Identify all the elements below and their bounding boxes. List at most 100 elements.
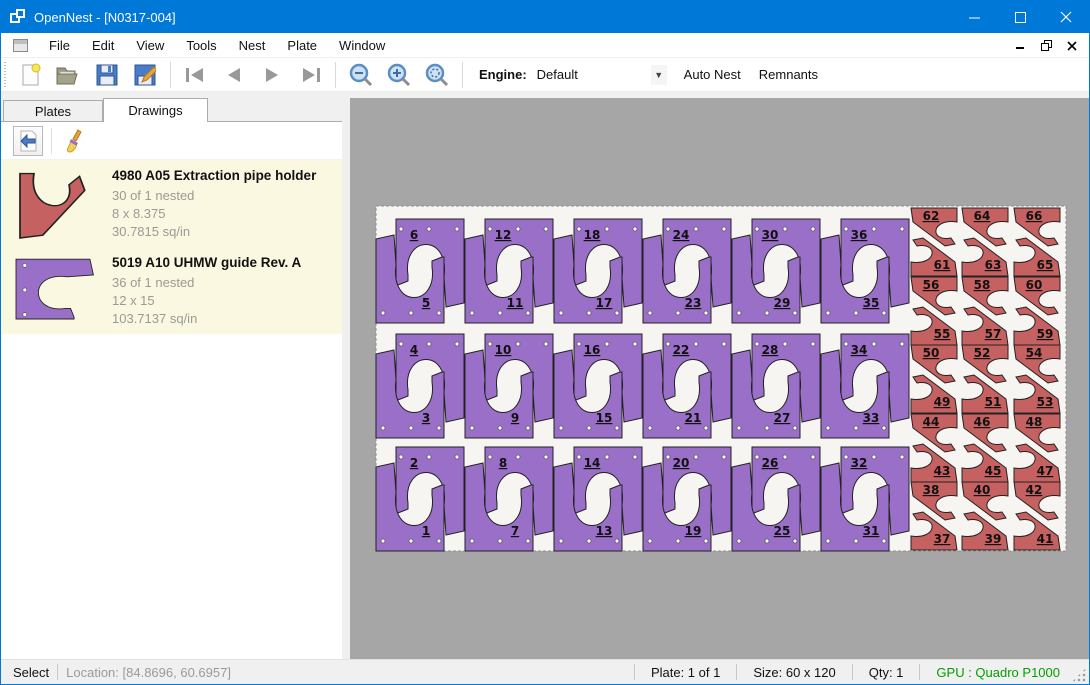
remnants-button[interactable]: Remnants [750,63,827,86]
list-item-drawing-1[interactable]: 4980 A05 Extraction pipe holder 30 of 1 … [1,160,342,247]
part-number-label: 64 [974,209,991,223]
part-number-label: 1 [422,524,430,538]
menu-window[interactable]: Window [328,34,396,57]
mdi-close-button[interactable] [1061,36,1083,56]
next-plate-button[interactable] [257,61,287,89]
engine-label: Engine: [479,67,527,82]
menu-nest[interactable]: Nest [228,34,277,57]
drawing-1-thumbnail [11,168,106,241]
part-number-label: 30 [762,228,779,242]
drawing-2-area: 103.7137 sq/in [112,310,336,328]
part-number-label: 18 [584,228,601,242]
drawings-toolbar [1,122,342,160]
part-number-label: 33 [863,411,880,425]
menu-view[interactable]: View [125,34,175,57]
main-toolbar: Engine: Default ▼ Auto Nest Remnants [1,58,1089,92]
part-number-label: 37 [934,532,951,546]
part-number-label: 66 [1026,209,1043,223]
mdi-minimize-button[interactable] [1009,36,1031,56]
drawing-1-area: 30.7815 sq/in [112,223,336,241]
part-number-label: 60 [1026,278,1043,292]
part-number-label: 36 [851,228,868,242]
mdi-restore-button[interactable] [1035,36,1057,56]
minimize-button[interactable] [951,1,997,33]
part-number-label: 21 [685,411,702,425]
part-number-label: 38 [923,483,940,497]
menu-file[interactable]: File [38,34,81,57]
menu-tools[interactable]: Tools [175,34,227,57]
part-number-label: 42 [1026,483,1043,497]
open-file-button[interactable] [54,61,84,89]
app-icon [10,9,26,25]
status-location: Location: [84.8696, 60.6957] [66,665,231,680]
last-plate-button[interactable] [295,61,325,89]
zoom-in-button[interactable] [384,61,414,89]
part-number-label: 49 [934,395,951,409]
engine-value: Default [537,67,578,82]
send-back-button[interactable] [13,126,43,156]
resize-grip[interactable] [1072,668,1086,682]
part-number-label: 11 [507,296,524,310]
part-number-label: 17 [596,296,613,310]
zoom-out-button[interactable] [346,61,376,89]
part-number-label: 7 [511,524,519,538]
nest-canvas[interactable]: 6512111817242330293635431091615222128273… [350,98,1089,659]
part-number-label: 16 [584,343,601,357]
title-bar: OpenNest - [N0317-004] [1,1,1089,33]
part-number-label: 59 [1037,327,1054,341]
part-number-label: 13 [596,524,613,538]
close-button[interactable] [1043,1,1089,33]
engine-combobox[interactable]: Default [533,64,651,86]
part-number-label: 58 [974,278,991,292]
clean-broom-button[interactable] [60,126,90,156]
part-number-label: 35 [863,296,880,310]
part-number-label: 34 [851,343,868,357]
part-number-label: 14 [584,456,601,470]
save-button[interactable] [92,61,122,89]
drawing-2-size: 12 x 15 [112,292,336,310]
part-number-label: 4 [410,343,418,357]
menu-bar: File Edit View Tools Nest Plate Window [1,33,1089,58]
zoom-fit-button[interactable] [422,61,452,89]
part-number-label: 46 [974,415,991,429]
part-number-label: 2 [410,456,418,470]
menu-plate[interactable]: Plate [276,34,328,57]
first-plate-button[interactable] [181,61,211,89]
status-qty: Qty: 1 [861,665,912,680]
part-number-label: 61 [934,258,951,272]
part-number-label: 24 [673,228,690,242]
list-item-drawing-2[interactable]: 5019 A10 UHMW guide Rev. A 36 of 1 neste… [1,247,342,334]
tab-plates[interactable]: Plates [3,100,103,122]
part-number-label: 19 [685,524,702,538]
drawing-2-title: 5019 A10 UHMW guide Rev. A [112,255,336,270]
engine-dropdown-arrow[interactable]: ▼ [651,65,667,85]
part-number-label: 15 [596,411,613,425]
window-title: OpenNest - [N0317-004] [34,10,176,25]
menu-edit[interactable]: Edit [81,34,125,57]
drawing-1-nested: 30 of 1 nested [112,187,336,205]
part-number-label: 55 [934,327,951,341]
part-number-label: 52 [974,346,991,360]
part-number-label: 65 [1037,258,1054,272]
part-number-label: 54 [1026,346,1043,360]
drawings-panel: 4980 A05 Extraction pipe holder 30 of 1 … [1,121,342,659]
part-number-label: 10 [495,343,512,357]
previous-plate-button[interactable] [219,61,249,89]
drawing-1-title: 4980 A05 Extraction pipe holder [112,168,336,183]
part-number-label: 41 [1037,532,1054,546]
document-icon[interactable] [13,39,28,52]
tab-drawings[interactable]: Drawings [103,98,208,122]
part-number-label: 62 [923,209,940,223]
auto-nest-button[interactable]: Auto Nest [675,63,750,86]
part-number-label: 27 [774,411,791,425]
status-mode: Select [13,665,49,680]
drawing-2-thumbnail [11,255,106,328]
new-file-button[interactable] [16,61,46,89]
part-number-label: 3 [422,411,430,425]
maximize-button[interactable] [997,1,1043,33]
save-as-button[interactable] [130,61,160,89]
part-number-label: 20 [673,456,690,470]
part-number-label: 44 [923,415,940,429]
status-size: Size: 60 x 120 [745,665,843,680]
toolbar-grip[interactable] [4,62,6,88]
